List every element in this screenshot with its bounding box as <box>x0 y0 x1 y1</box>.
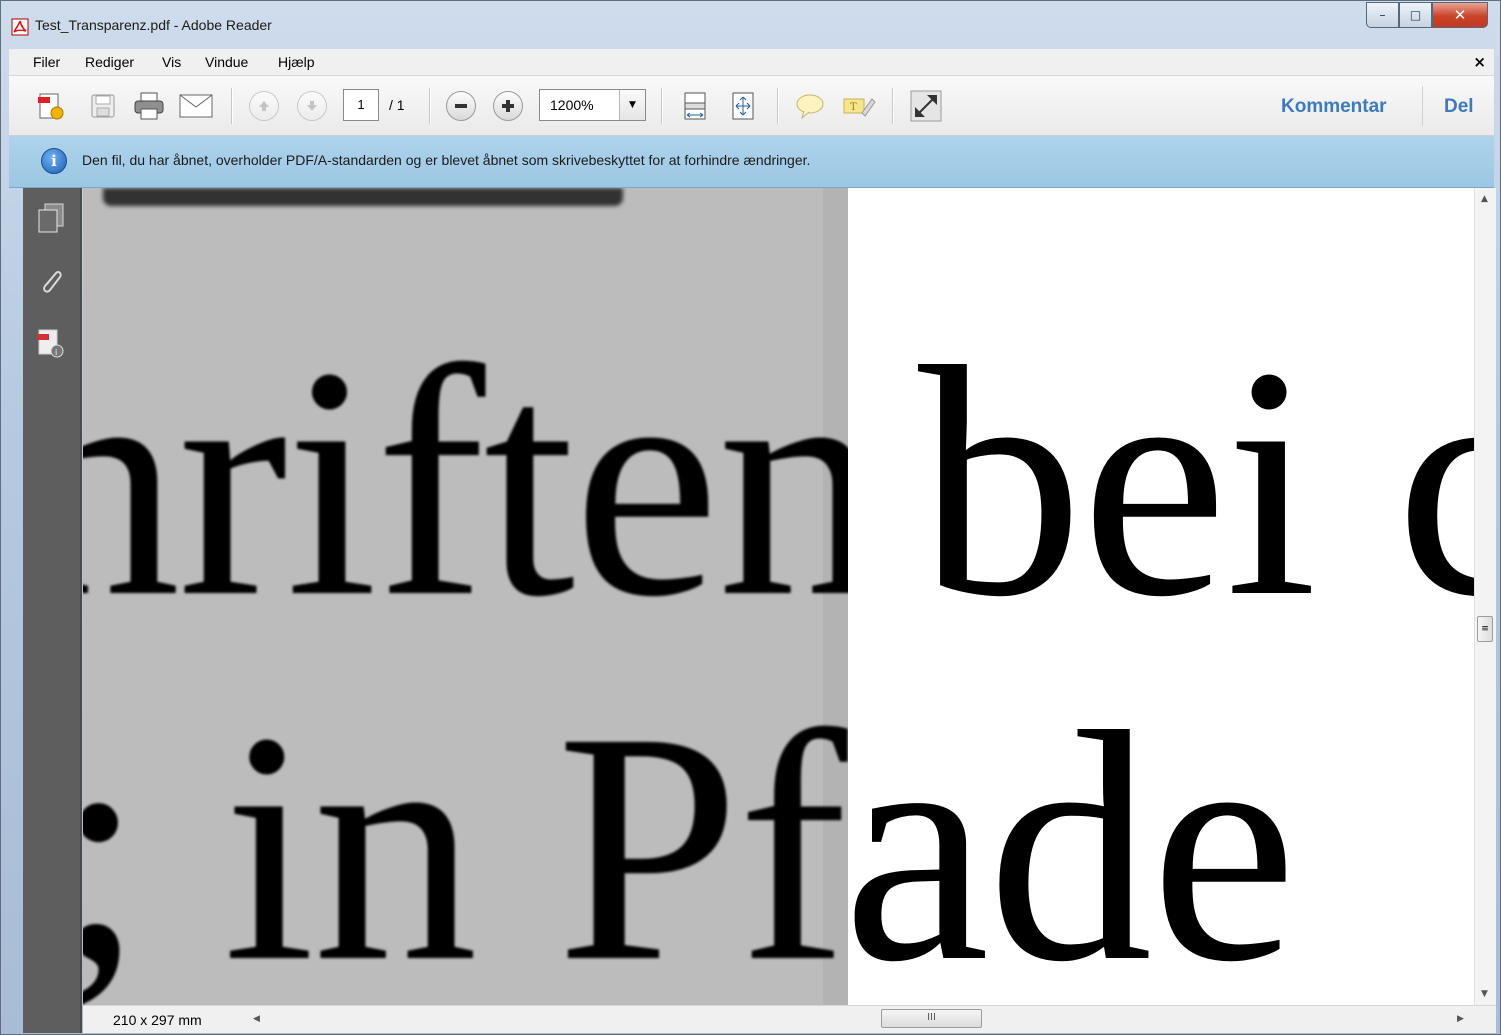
chevron-down-icon: ▼ <box>629 100 636 110</box>
create-pdf-button[interactable] <box>35 89 67 123</box>
info-icon: i <box>41 148 67 174</box>
email-button[interactable] <box>178 89 214 123</box>
fit-width-icon <box>684 92 706 120</box>
fullscreen-button[interactable] <box>908 89 944 123</box>
toolbar: 1 / 1 1200% ▼ T Kommentar Del <box>9 76 1494 136</box>
menu-rediger[interactable]: Rediger <box>85 54 134 70</box>
close-document-button[interactable]: × <box>1473 53 1486 71</box>
plus-icon <box>502 100 514 112</box>
minus-icon <box>455 104 467 108</box>
zoom-in-button[interactable] <box>492 89 524 123</box>
close-icon: ✕ <box>1453 6 1467 24</box>
close-button[interactable]: ✕ <box>1432 2 1488 28</box>
scroll-grip-icon: III <box>927 1012 936 1023</box>
vertical-scroll-thumb[interactable]: ≡ <box>1477 616 1493 642</box>
save-icon <box>91 94 115 118</box>
raster-text-line2: ; in Pfa <box>83 665 848 1006</box>
create-pdf-icon <box>38 93 64 120</box>
scroll-grip-icon: ≡ <box>1481 624 1489 634</box>
document-info-icon[interactable]: i <box>35 326 67 360</box>
email-icon <box>179 94 213 118</box>
raster-text-clip: hriften ; in Pfa <box>83 188 848 1006</box>
zoom-out-button[interactable] <box>445 89 477 123</box>
minimize-icon: – <box>1379 8 1386 22</box>
fit-width-button[interactable] <box>679 89 711 123</box>
raster-text-line1: hriften <box>83 300 848 665</box>
page-number-input[interactable]: 1 <box>343 89 379 121</box>
print-icon <box>134 92 164 120</box>
save-button[interactable] <box>87 89 119 123</box>
arrow-up-icon <box>259 101 269 111</box>
menu-hjaelp[interactable]: Hjælp <box>278 54 315 70</box>
arrow-down-icon <box>307 101 317 111</box>
fit-page-button[interactable] <box>727 89 759 123</box>
window-title: Test_Transparenz.pdf - Adobe Reader <box>35 17 272 33</box>
page-size-label: 210 x 297 mm <box>113 1012 202 1028</box>
zoom-dropdown-button[interactable]: ▼ <box>619 90 645 120</box>
comment-pane-button[interactable]: Kommentar <box>1281 96 1387 118</box>
print-button[interactable] <box>131 89 167 123</box>
page-total-label: / 1 <box>389 97 405 113</box>
vertical-scrollbar[interactable]: ▲ ≡ ▼ <box>1474 188 1496 1005</box>
highlight-icon: T <box>843 98 876 117</box>
next-page-button[interactable] <box>296 89 328 123</box>
scroll-right-arrow-icon[interactable]: ▶ <box>1457 1014 1464 1024</box>
scroll-up-arrow-icon[interactable]: ▲ <box>1481 194 1488 204</box>
share-pane-button[interactable]: Del <box>1444 96 1474 118</box>
minimize-button[interactable]: – <box>1366 2 1399 28</box>
svg-text:i: i <box>55 348 57 357</box>
scroll-left-arrow-icon[interactable]: ◀ <box>253 1014 260 1024</box>
zoom-select[interactable]: 1200% ▼ <box>539 89 646 121</box>
expand-icon <box>910 90 942 122</box>
scroll-down-arrow-icon[interactable]: ▼ <box>1481 989 1488 999</box>
menu-bar: Filer Rediger Vis Vindue Hjælp × <box>9 49 1494 76</box>
menu-filer[interactable]: Filer <box>33 54 60 70</box>
highlight-text-button[interactable]: T <box>841 89 877 123</box>
horizontal-scroll-thumb[interactable]: III <box>881 1009 982 1028</box>
svg-text:T: T <box>850 102 857 113</box>
document-view[interactable]: hriften ; in Pfa bei c ade <box>83 188 1474 1005</box>
maximize-button[interactable]: □ <box>1399 2 1432 28</box>
page-thumbnails-icon[interactable] <box>35 202 67 236</box>
title-bar[interactable]: Test_Transparenz.pdf - Adobe Reader – □ … <box>1 1 1500 49</box>
maximize-icon: □ <box>1409 8 1422 22</box>
vector-text-line2: ade <box>843 665 1297 1006</box>
app-window: Test_Transparenz.pdf - Adobe Reader – □ … <box>0 0 1501 1035</box>
sticky-note-button[interactable] <box>794 89 826 123</box>
previous-page-button[interactable] <box>248 89 280 123</box>
pdfa-info-bar: i Den fil, du har åbnet, overholder PDF/… <box>9 136 1494 188</box>
menu-vindue[interactable]: Vindue <box>205 54 248 70</box>
vector-text-line1: bei c <box>918 300 1474 665</box>
navigation-pane: i <box>23 188 82 1033</box>
status-bar: 210 x 297 mm ◀ III ▶ <box>83 1005 1496 1033</box>
fit-page-icon <box>732 92 754 120</box>
info-message: Den fil, du har åbnet, overholder PDF/A-… <box>82 152 811 168</box>
comment-bubble-icon <box>796 94 824 119</box>
adobe-reader-icon <box>11 18 29 36</box>
zoom-value: 1200% <box>550 97 594 113</box>
attachments-paperclip-icon[interactable] <box>35 264 67 298</box>
menu-vis[interactable]: Vis <box>162 54 181 70</box>
